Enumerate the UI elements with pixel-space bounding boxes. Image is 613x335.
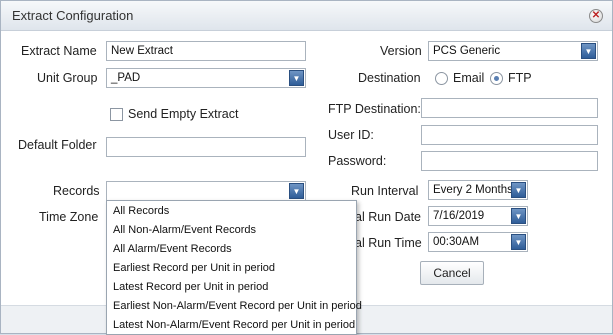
- version-select[interactable]: PCS Generic ▼: [428, 41, 598, 61]
- send-empty-extract-checkbox[interactable]: [110, 108, 123, 121]
- version-label: Version: [380, 44, 422, 58]
- chevron-down-icon[interactable]: ▼: [581, 43, 596, 59]
- records-option-all-non-alarm[interactable]: All Non-Alarm/Event Records: [113, 224, 256, 236]
- records-select[interactable]: ▼: [106, 181, 306, 201]
- records-option-all-alarm[interactable]: All Alarm/Event Records: [113, 243, 232, 255]
- records-option-earliest[interactable]: Earliest Record per Unit in period: [113, 262, 275, 274]
- ftp-destination-input[interactable]: [421, 98, 598, 118]
- initial-run-date-value: 7/16/2019: [433, 210, 485, 222]
- unit-group-value: _PAD: [111, 72, 141, 84]
- password-input[interactable]: [421, 151, 598, 171]
- records-label: Records: [53, 184, 100, 198]
- default-folder-input[interactable]: [106, 137, 306, 157]
- extract-name-label: Extract Name: [21, 44, 97, 58]
- calendar-dropdown-icon[interactable]: ▼: [511, 208, 526, 224]
- time-zone-label: Time Zone: [39, 210, 99, 224]
- destination-label: Destination: [358, 71, 421, 85]
- extract-configuration-dialog: Extract Configuration ✕ Extract Name Uni…: [0, 0, 613, 335]
- extract-name-input[interactable]: [106, 41, 306, 61]
- dialog-title: Extract Configuration: [12, 8, 134, 23]
- records-dropdown-list: All Records All Non-Alarm/Event Records …: [106, 200, 362, 335]
- destination-email-label: Email: [453, 71, 485, 85]
- initial-run-time-label: al Run Time: [355, 236, 422, 250]
- unit-group-label: Unit Group: [37, 71, 98, 85]
- destination-email-radio[interactable]: [435, 72, 448, 85]
- chevron-down-icon[interactable]: ▼: [511, 182, 526, 198]
- records-option-earliest-non-alarm[interactable]: Earliest Non-Alarm/Event Record per Unit…: [113, 300, 362, 312]
- unit-group-select[interactable]: _PAD ▼: [106, 68, 306, 88]
- version-value: PCS Generic: [433, 45, 501, 57]
- user-id-label: User ID:: [328, 128, 374, 142]
- close-icon[interactable]: ✕: [589, 9, 603, 23]
- records-option-latest-non-alarm[interactable]: Latest Non-Alarm/Event Record per Unit i…: [113, 319, 355, 331]
- password-label: Password:: [328, 154, 387, 168]
- chevron-down-icon[interactable]: ▼: [511, 234, 526, 250]
- cancel-button[interactable]: Cancel: [420, 261, 484, 285]
- user-id-input[interactable]: [421, 125, 598, 145]
- initial-run-date-label: al Run Date: [355, 210, 422, 224]
- records-option-latest[interactable]: Latest Record per Unit in period: [113, 281, 268, 293]
- initial-run-time-value: 00:30AM: [433, 236, 480, 248]
- default-folder-label: Default Folder: [18, 138, 97, 152]
- run-interval-value: Every 2 Months: [433, 184, 513, 196]
- chevron-down-icon[interactable]: ▼: [289, 70, 304, 86]
- chevron-down-icon[interactable]: ▼: [289, 183, 304, 199]
- dialog-titlebar[interactable]: Extract Configuration ✕: [1, 1, 612, 31]
- initial-run-time-select[interactable]: 00:30AM ▼: [428, 232, 528, 252]
- destination-ftp-radio[interactable]: [490, 72, 503, 85]
- send-empty-extract-label: Send Empty Extract: [128, 107, 239, 121]
- records-option-all[interactable]: All Records: [113, 205, 169, 217]
- ftp-destination-label: FTP Destination:: [328, 102, 421, 116]
- run-interval-label: Run Interval: [351, 184, 419, 198]
- initial-run-date-select[interactable]: 7/16/2019 ▼: [428, 206, 528, 226]
- destination-ftp-label: FTP: [508, 71, 532, 85]
- run-interval-select[interactable]: Every 2 Months ▼: [428, 180, 528, 200]
